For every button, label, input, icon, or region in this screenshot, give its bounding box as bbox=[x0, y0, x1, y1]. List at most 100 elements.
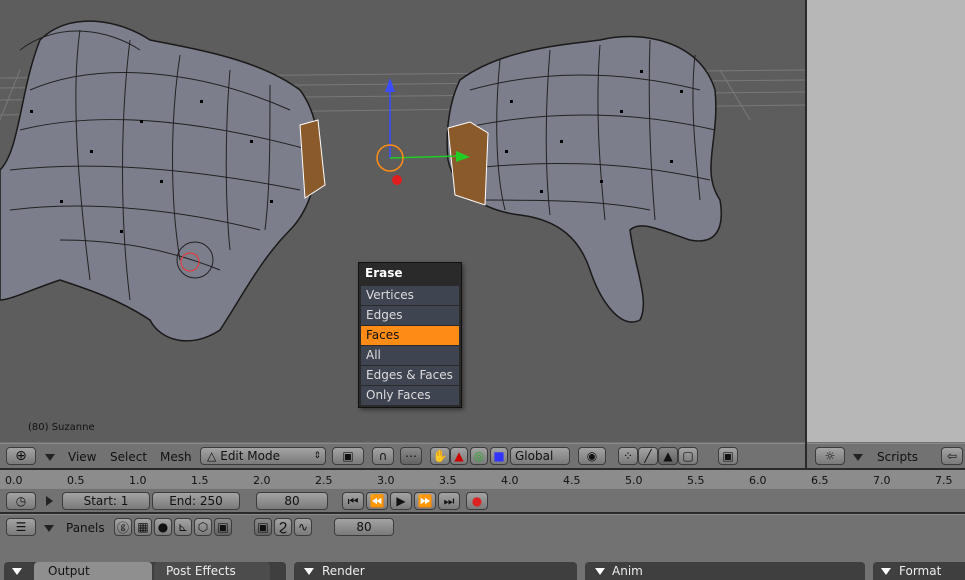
erase-menu-title: Erase bbox=[365, 266, 403, 280]
start-frame-label: Start: 1 bbox=[83, 494, 129, 508]
anim-subcontext-button[interactable]: Ϩ bbox=[274, 518, 292, 536]
rotate-manipulator[interactable]: ◎ bbox=[470, 447, 488, 465]
scene-icon: ▣ bbox=[217, 520, 229, 534]
timeline-tick-label: 2.5 bbox=[315, 474, 333, 487]
scripts-collapse-icon[interactable] bbox=[853, 454, 863, 461]
buttons-header: ☰ Panels ⓖ ▦ ● ⊾ ⬡ ▣ ▣ Ϩ ∿ 80 bbox=[0, 514, 965, 541]
manipulator-toggle[interactable]: ✋ bbox=[430, 447, 450, 465]
timeline-tick-label: 5.5 bbox=[687, 474, 705, 487]
menu-item-only-faces[interactable]: Only Faces bbox=[361, 386, 459, 405]
square-icon: ■ bbox=[493, 449, 505, 463]
menu-item-edges-and-faces[interactable]: Edges & Faces bbox=[361, 366, 459, 385]
mode-select[interactable]: △ Edit Mode ⇕ bbox=[200, 447, 326, 465]
scripts-label[interactable]: Scripts bbox=[877, 450, 918, 464]
buttons-frame-value: 80 bbox=[356, 520, 372, 534]
face-select-mode[interactable]: ▲ bbox=[658, 447, 678, 465]
logic-icon: ⓖ bbox=[116, 520, 129, 535]
edge-select-mode[interactable]: ╱ bbox=[638, 447, 658, 465]
timeline-tick-label: 7.0 bbox=[873, 474, 891, 487]
target-icon: ◉ bbox=[586, 449, 598, 463]
area-divider[interactable] bbox=[805, 0, 807, 468]
timeline-tick-label: 4.5 bbox=[563, 474, 581, 487]
timeline-tick-label: 1.0 bbox=[129, 474, 147, 487]
menu-item-edges[interactable]: Edges bbox=[361, 306, 459, 325]
logic-context-button[interactable]: ⓖ bbox=[114, 518, 132, 536]
list-icon: ☰ bbox=[15, 520, 27, 534]
magnet-icon: ∩ bbox=[378, 449, 388, 463]
arrow-left-icon: ⇦ bbox=[946, 449, 958, 463]
record-icon: ● bbox=[471, 494, 483, 508]
triangle-icon: ▲ bbox=[454, 449, 464, 463]
timeline-editor-type-button[interactable]: ◷ bbox=[6, 492, 36, 510]
draw-type-button[interactable]: ▣ bbox=[332, 447, 364, 465]
play-button[interactable]: ▶ bbox=[390, 492, 412, 510]
hand-icon: ✋ bbox=[432, 449, 448, 463]
format-panel-header[interactable]: Format bbox=[873, 562, 965, 580]
timeline-expand-icon[interactable] bbox=[46, 496, 53, 506]
start-frame-field[interactable]: Start: 1 bbox=[62, 492, 150, 510]
anim-panel-header[interactable]: Anim bbox=[585, 562, 865, 580]
timeline-tick-label: 6.0 bbox=[749, 474, 767, 487]
menu-item-all[interactable]: All bbox=[361, 346, 459, 365]
render-panel-collapse-icon[interactable] bbox=[304, 568, 314, 575]
render-subcontext-button[interactable]: ▣ bbox=[254, 518, 272, 536]
orientation-select[interactable]: Global bbox=[510, 447, 570, 465]
current-frame-field[interactable]: 80 bbox=[256, 492, 328, 510]
panels-menu[interactable]: Panels bbox=[66, 521, 105, 535]
render-preview-button[interactable]: ▣ bbox=[718, 447, 738, 465]
timeline-header: ◷ Start: 1 End: 250 80 ⏮ ⏪ ▶ ⏩ ⏭ ● bbox=[0, 488, 965, 514]
editing-context-button[interactable]: ⬡ bbox=[194, 518, 212, 536]
crosshair-icon: ⊕ bbox=[15, 448, 27, 464]
format-panel-collapse-icon[interactable] bbox=[881, 568, 891, 575]
scripts-header: ☼ Scripts ⇦ bbox=[807, 443, 965, 470]
image-icon: ▣ bbox=[722, 449, 734, 463]
editor-type-button[interactable]: ⊕ bbox=[6, 447, 36, 465]
collapse-menus-icon[interactable] bbox=[45, 454, 55, 461]
render-icon: ▣ bbox=[257, 520, 269, 534]
mesh-icon: ⬡ bbox=[197, 520, 209, 534]
shading-context-button[interactable]: ● bbox=[154, 518, 172, 536]
object-context-button[interactable]: ⊾ bbox=[174, 518, 192, 536]
jump-start-button[interactable]: ⏮ bbox=[342, 492, 364, 510]
scripts-back-button[interactable]: ⇦ bbox=[941, 447, 963, 465]
menu-item-vertices[interactable]: Vertices bbox=[361, 286, 459, 305]
timeline-tick-label: 0.0 bbox=[5, 474, 23, 487]
scene-context-button[interactable]: ▣ bbox=[214, 518, 232, 536]
menu-select[interactable]: Select bbox=[110, 450, 147, 464]
snap-button[interactable]: ⋯ bbox=[400, 447, 422, 465]
next-keyframe-button[interactable]: ⏩ bbox=[414, 492, 436, 510]
cube-icon: ▣ bbox=[342, 449, 354, 463]
scale-manipulator[interactable]: ■ bbox=[490, 447, 508, 465]
buttons-collapse-icon[interactable] bbox=[44, 525, 54, 532]
pivot-button[interactable]: ∩ bbox=[372, 447, 394, 465]
record-button[interactable]: ● bbox=[466, 492, 488, 510]
post-effects-tab[interactable]: Post Effects bbox=[154, 562, 270, 580]
menu-view[interactable]: View bbox=[68, 450, 96, 464]
menu-mesh[interactable]: Mesh bbox=[160, 450, 192, 464]
jump-end-button[interactable]: ⏭ bbox=[438, 492, 460, 510]
menu-item-faces[interactable]: Faces bbox=[361, 326, 459, 345]
timeline-tick-label: 3.5 bbox=[439, 474, 457, 487]
sphere-icon: ● bbox=[157, 520, 169, 534]
occlude-geometry-toggle[interactable]: ▢ bbox=[678, 447, 698, 465]
buttons-editor-type-button[interactable]: ☰ bbox=[6, 518, 36, 536]
translate-manipulator[interactable]: ▲ bbox=[450, 447, 468, 465]
end-frame-field[interactable]: End: 250 bbox=[152, 492, 240, 510]
proportional-edit-button[interactable]: ◉ bbox=[578, 447, 606, 465]
render-panel-header[interactable]: Render bbox=[294, 562, 577, 580]
output-tab[interactable]: Output bbox=[34, 562, 152, 580]
format-panel-title: Format bbox=[899, 564, 942, 578]
mode-label: Edit Mode bbox=[220, 449, 280, 463]
anim-panel-collapse-icon[interactable] bbox=[595, 568, 605, 575]
output-panel-collapse-icon[interactable] bbox=[12, 568, 22, 575]
vertex-select-mode[interactable]: ⁘ bbox=[618, 447, 638, 465]
timeline-tick-label: 7.5 bbox=[935, 474, 953, 487]
script-context-button[interactable]: ▦ bbox=[134, 518, 152, 536]
edge-icon: ╱ bbox=[644, 449, 652, 463]
vertex-icon: ⁘ bbox=[622, 449, 634, 463]
output-panel-header[interactable]: Output Post Effects bbox=[4, 562, 286, 580]
scripts-editor-type-button[interactable]: ☼ bbox=[815, 447, 845, 465]
sound-subcontext-button[interactable]: ∿ bbox=[294, 518, 312, 536]
prev-keyframe-button[interactable]: ⏪ bbox=[366, 492, 388, 510]
buttons-frame-field[interactable]: 80 bbox=[334, 518, 394, 536]
